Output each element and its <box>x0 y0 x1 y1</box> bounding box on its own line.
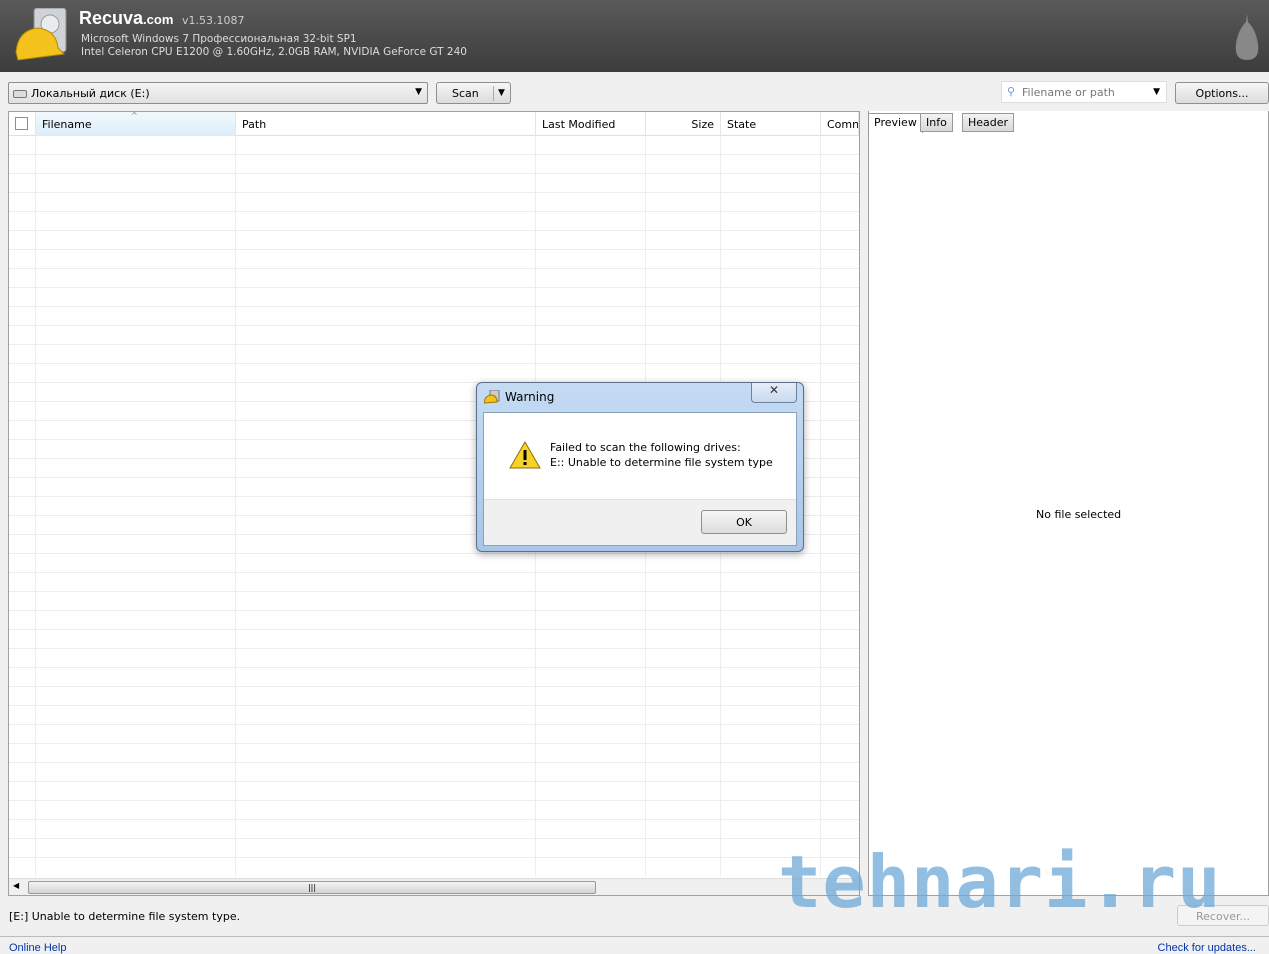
scrollbar-thumb[interactable]: ||| <box>28 881 596 894</box>
search-placeholder: Filename or path <box>1022 86 1115 99</box>
horizontal-scrollbar[interactable]: ◀ ||| <box>9 878 859 895</box>
piriform-pear-icon <box>1235 14 1259 60</box>
online-help-link[interactable]: Online Help <box>9 942 66 954</box>
search-input[interactable]: ⚲ Filename or path ▼ <box>1001 81 1167 103</box>
dialog-message-line1: Failed to scan the following drives: <box>550 441 741 454</box>
app-name: Recuva.com <box>79 8 174 28</box>
bottom-bar <box>0 936 1269 954</box>
scan-label: Scan <box>452 87 479 100</box>
tab-preview[interactable]: Preview <box>868 113 923 133</box>
warning-icon <box>509 441 541 469</box>
column-last-modified[interactable]: Last Modified <box>536 112 646 136</box>
drive-label: Локальный диск (E:) <box>31 87 150 100</box>
column-filename[interactable]: Filename ^ <box>36 112 236 136</box>
dialog-body: Failed to scan the following drives: E::… <box>483 412 797 546</box>
warning-dialog: Warning ✕ Failed to scan the following d… <box>476 382 804 552</box>
select-all-checkbox-cell <box>9 112 36 136</box>
recuva-logo-icon <box>15 8 67 61</box>
close-icon[interactable]: ✕ <box>751 383 797 403</box>
chevron-down-icon: ▼ <box>415 87 422 97</box>
column-path[interactable]: Path <box>236 112 536 136</box>
tab-info[interactable]: Info <box>920 113 953 132</box>
sort-ascending-icon: ^ <box>131 112 138 120</box>
search-icon: ⚲ <box>1007 85 1016 98</box>
ok-button[interactable]: OK <box>701 510 787 534</box>
scroll-left-icon[interactable]: ◀ <box>13 881 19 890</box>
chevron-down-icon[interactable]: ▼ <box>1153 87 1160 97</box>
column-state[interactable]: State <box>721 112 821 136</box>
app-header: Recuva.com v1.53.1087 Microsoft Windows … <box>0 0 1269 72</box>
no-file-text: No file selected <box>1036 508 1122 521</box>
column-size[interactable]: Size <box>646 112 721 136</box>
scan-button[interactable]: Scan ▼ <box>436 82 511 104</box>
tab-header[interactable]: Header <box>962 113 1015 132</box>
table-header: Filename ^ Path Last Modified Size State … <box>9 112 859 136</box>
hardware-info: Intel Celeron CPU E1200 @ 1.60GHz, 2.0GB… <box>81 46 467 58</box>
dialog-message-line2: E:: Unable to determine file system type <box>550 456 773 469</box>
scan-dropdown-icon[interactable]: ▼ <box>498 88 505 98</box>
column-comment[interactable]: Comn <box>821 112 859 136</box>
recuva-small-icon <box>484 390 500 404</box>
drive-select[interactable]: Локальный диск (E:) ▼ <box>8 82 428 104</box>
status-text: [E:] Unable to determine file system typ… <box>9 910 241 923</box>
check-updates-link[interactable]: Check for updates... <box>1158 942 1256 954</box>
watermark-logo: tehnari.ru <box>778 840 1222 924</box>
os-info: Microsoft Windows 7 Профессиональная 32-… <box>81 33 357 45</box>
preview-panel <box>868 111 1269 896</box>
dialog-title: Warning <box>505 390 555 404</box>
drive-icon <box>13 90 27 98</box>
select-all-checkbox[interactable] <box>15 117 28 130</box>
app-version: v1.53.1087 <box>182 14 245 27</box>
options-button[interactable]: Options... <box>1175 82 1269 104</box>
